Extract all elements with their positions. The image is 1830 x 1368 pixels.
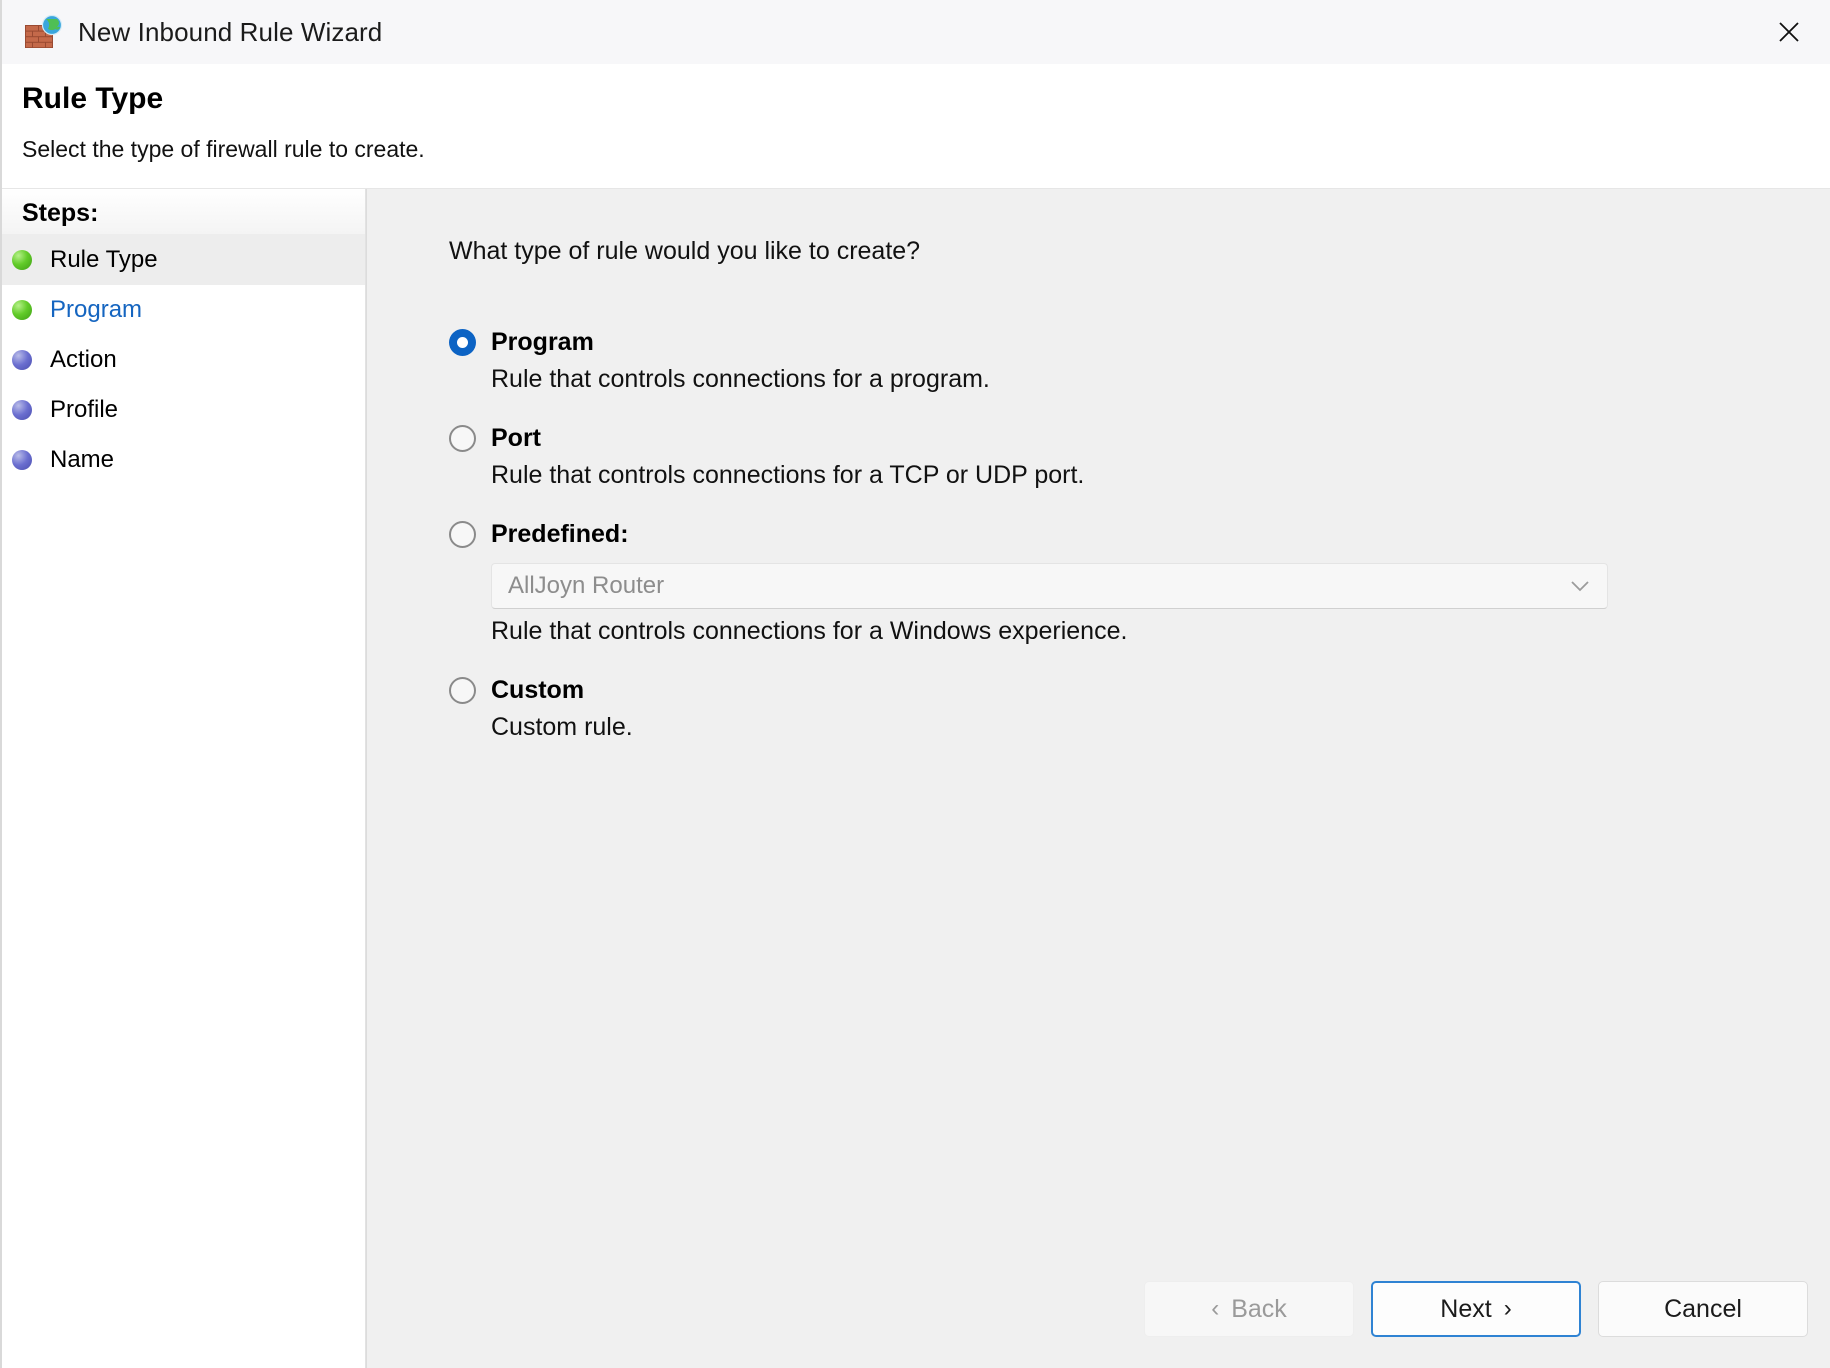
option-description: Rule that controls connections for a TCP… — [491, 461, 1085, 489]
sidebar-item-label: Profile — [50, 396, 119, 423]
option-description: Rule that controls connections for a Win… — [491, 617, 1128, 645]
blue-sphere-icon — [12, 400, 32, 420]
next-button[interactable]: Next › — [1371, 1281, 1581, 1337]
sidebar-item-action[interactable]: Action — [2, 335, 365, 385]
option-custom[interactable]: Custom Custom rule. — [449, 676, 1830, 742]
cancel-button[interactable]: Cancel — [1598, 1281, 1808, 1337]
blue-sphere-icon — [12, 350, 32, 370]
radio-predefined[interactable] — [449, 521, 476, 548]
main-panel: What type of rule would you like to crea… — [366, 189, 1830, 1368]
window-title: New Inbound Rule Wizard — [78, 16, 383, 47]
title-bar: New Inbound Rule Wizard — [2, 0, 1830, 64]
option-label: Port — [491, 424, 541, 452]
option-description: Custom rule. — [491, 713, 633, 741]
steps-sidebar: Steps: Rule Type Program Action Profile … — [2, 189, 366, 1368]
steps-heading: Steps: — [2, 189, 365, 235]
chevron-down-icon — [1569, 579, 1591, 593]
option-port[interactable]: Port Rule that controls connections for … — [449, 424, 1830, 490]
wizard-body: Steps: Rule Type Program Action Profile … — [2, 189, 1830, 1368]
page-title: Rule Type — [22, 82, 164, 115]
chevron-left-icon: ‹ — [1211, 1295, 1220, 1322]
predefined-rule-dropdown[interactable]: AllJoyn Router — [491, 563, 1608, 609]
sidebar-item-program[interactable]: Program — [2, 285, 365, 335]
sidebar-item-profile[interactable]: Profile — [2, 385, 365, 435]
radio-program[interactable] — [449, 329, 476, 356]
sidebar-item-name[interactable]: Name — [2, 435, 365, 485]
chevron-right-icon: › — [1503, 1295, 1512, 1322]
blue-sphere-icon — [12, 450, 32, 470]
page-subtitle: Select the type of firewall rule to crea… — [22, 136, 425, 162]
option-label: Predefined: — [491, 520, 629, 548]
option-program[interactable]: Program Rule that controls connections f… — [449, 328, 1830, 394]
green-sphere-icon — [12, 250, 32, 270]
form-question: What type of rule would you like to crea… — [449, 237, 921, 265]
option-description: Rule that controls connections for a pro… — [491, 365, 990, 393]
sidebar-item-label: Rule Type — [50, 246, 158, 273]
option-predefined[interactable]: Predefined: AllJoyn Router Rule that con… — [449, 520, 1830, 646]
back-button[interactable]: ‹ Back — [1144, 1281, 1354, 1337]
sidebar-item-label: Name — [50, 446, 115, 473]
wizard-window: New Inbound Rule Wizard Rule Type Select… — [0, 0, 1830, 1368]
cancel-button-label: Cancel — [1664, 1294, 1742, 1323]
dropdown-selected-value: AllJoyn Router — [508, 572, 665, 599]
option-label: Program — [491, 328, 594, 356]
sidebar-item-rule-type[interactable]: Rule Type — [2, 235, 365, 285]
page-header: Rule Type Select the type of firewall ru… — [2, 64, 1830, 189]
back-button-label: Back — [1231, 1294, 1287, 1323]
sidebar-item-label: Action — [50, 346, 117, 373]
sidebar-item-label: Program — [50, 296, 143, 323]
green-sphere-icon — [12, 300, 32, 320]
close-icon[interactable] — [1748, 0, 1830, 64]
rule-type-form: What type of rule would you like to crea… — [367, 189, 1830, 1250]
wizard-footer: ‹ Back Next › Cancel — [367, 1250, 1830, 1368]
firewall-globe-icon — [24, 14, 64, 50]
next-button-label: Next — [1440, 1294, 1492, 1323]
option-label: Custom — [491, 676, 585, 704]
radio-port[interactable] — [449, 425, 476, 452]
radio-custom[interactable] — [449, 677, 476, 704]
